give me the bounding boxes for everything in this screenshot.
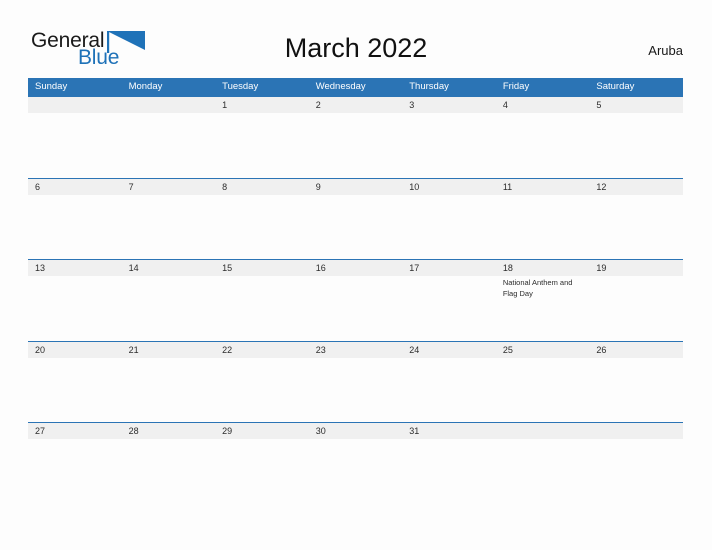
- date-number-band: 13 14 15 16 17 18 19: [28, 260, 683, 276]
- calendar-week-row: 13 14 15 16 17 18 19 National Anthem and…: [28, 259, 683, 341]
- day-event[interactable]: [122, 113, 216, 177]
- event-band: [28, 113, 683, 177]
- day-event[interactable]: [589, 439, 683, 503]
- day-number[interactable]: [589, 423, 683, 439]
- weekday-header-tuesday: Tuesday: [222, 81, 259, 92]
- day-event[interactable]: [402, 113, 496, 177]
- day-number[interactable]: 12: [589, 179, 683, 195]
- calendar-week-row: 27 28 29 30 31: [28, 422, 683, 504]
- day-number[interactable]: 7: [122, 179, 216, 195]
- weekday-header-row: Sunday Monday Tuesday Wednesday Thursday…: [28, 78, 683, 96]
- day-event[interactable]: [215, 195, 309, 259]
- day-number[interactable]: [28, 97, 122, 113]
- day-event[interactable]: [496, 195, 590, 259]
- day-number[interactable]: 18: [496, 260, 590, 276]
- day-number[interactable]: 20: [28, 342, 122, 358]
- day-event-national-anthem-and-flag-day[interactable]: National Anthem and Flag Day: [496, 276, 590, 340]
- weekday-header-sunday: Sunday: [35, 81, 68, 92]
- day-number[interactable]: 11: [496, 179, 590, 195]
- day-number[interactable]: 15: [215, 260, 309, 276]
- day-event[interactable]: [589, 358, 683, 422]
- day-event[interactable]: [589, 113, 683, 177]
- day-number[interactable]: [122, 97, 216, 113]
- calendar-week-row: 20 21 22 23 24 25 26: [28, 340, 683, 423]
- day-event[interactable]: [309, 439, 403, 503]
- calendar-week-row: 6 7 8 9 10 11 12: [28, 177, 683, 260]
- day-event[interactable]: [215, 113, 309, 177]
- day-event[interactable]: [122, 195, 216, 259]
- day-event[interactable]: [28, 439, 122, 503]
- date-number-band: 6 7 8 9 10 11 12: [28, 178, 683, 195]
- day-event[interactable]: [402, 195, 496, 259]
- day-number[interactable]: 5: [589, 97, 683, 113]
- day-number[interactable]: 28: [122, 423, 216, 439]
- day-event[interactable]: [122, 276, 216, 340]
- day-number[interactable]: 29: [215, 423, 309, 439]
- day-number[interactable]: 13: [28, 260, 122, 276]
- region-label: Aruba: [648, 43, 683, 58]
- day-number[interactable]: 10: [402, 179, 496, 195]
- day-event[interactable]: [589, 276, 683, 340]
- calendar-week-row: 1 2 3 4 5: [28, 96, 683, 178]
- day-event[interactable]: [215, 439, 309, 503]
- day-event[interactable]: [309, 195, 403, 259]
- page-header: General Blue March 2022 Aruba: [0, 0, 712, 78]
- weekday-header-saturday: Saturday: [596, 81, 635, 92]
- day-number[interactable]: [496, 423, 590, 439]
- day-event[interactable]: [215, 276, 309, 340]
- day-event[interactable]: [28, 358, 122, 422]
- day-number[interactable]: 6: [28, 179, 122, 195]
- event-band: [28, 195, 683, 259]
- weekday-header-monday: Monday: [128, 81, 163, 92]
- day-number[interactable]: 27: [28, 423, 122, 439]
- day-number[interactable]: 8: [215, 179, 309, 195]
- day-number[interactable]: 24: [402, 342, 496, 358]
- date-number-band: 1 2 3 4 5: [28, 97, 683, 113]
- day-event[interactable]: [28, 113, 122, 177]
- day-event[interactable]: [122, 439, 216, 503]
- day-event[interactable]: [496, 113, 590, 177]
- day-number[interactable]: 30: [309, 423, 403, 439]
- day-number[interactable]: 16: [309, 260, 403, 276]
- day-number[interactable]: 26: [589, 342, 683, 358]
- weekday-header-wednesday: Wednesday: [315, 81, 366, 92]
- day-event[interactable]: [28, 276, 122, 340]
- day-number[interactable]: 3: [402, 97, 496, 113]
- day-number[interactable]: 2: [309, 97, 403, 113]
- day-number[interactable]: 23: [309, 342, 403, 358]
- day-event[interactable]: [309, 113, 403, 177]
- day-event[interactable]: [122, 358, 216, 422]
- day-number[interactable]: 25: [496, 342, 590, 358]
- event-band: [28, 358, 683, 422]
- day-event[interactable]: [496, 439, 590, 503]
- weekday-header-friday: Friday: [502, 81, 530, 92]
- day-event[interactable]: [28, 195, 122, 259]
- day-event[interactable]: [496, 358, 590, 422]
- calendar-grid: Sunday Monday Tuesday Wednesday Thursday…: [28, 78, 683, 504]
- day-event[interactable]: [402, 276, 496, 340]
- weekday-header-thursday: Thursday: [409, 81, 449, 92]
- day-number[interactable]: 19: [589, 260, 683, 276]
- day-number[interactable]: 14: [122, 260, 216, 276]
- date-number-band: 27 28 29 30 31: [28, 423, 683, 439]
- day-number[interactable]: 22: [215, 342, 309, 358]
- day-event[interactable]: [589, 195, 683, 259]
- day-event[interactable]: [402, 439, 496, 503]
- day-number[interactable]: 31: [402, 423, 496, 439]
- day-event[interactable]: [309, 358, 403, 422]
- day-number[interactable]: 21: [122, 342, 216, 358]
- page-title: March 2022: [284, 33, 428, 63]
- day-event[interactable]: [309, 276, 403, 340]
- event-band: National Anthem and Flag Day: [28, 276, 683, 340]
- day-number[interactable]: 4: [496, 97, 590, 113]
- day-number[interactable]: 9: [309, 179, 403, 195]
- day-event[interactable]: [402, 358, 496, 422]
- day-number[interactable]: 1: [215, 97, 309, 113]
- date-number-band: 20 21 22 23 24 25 26: [28, 341, 683, 358]
- event-band: [28, 439, 683, 503]
- day-number[interactable]: 17: [402, 260, 496, 276]
- day-event[interactable]: [215, 358, 309, 422]
